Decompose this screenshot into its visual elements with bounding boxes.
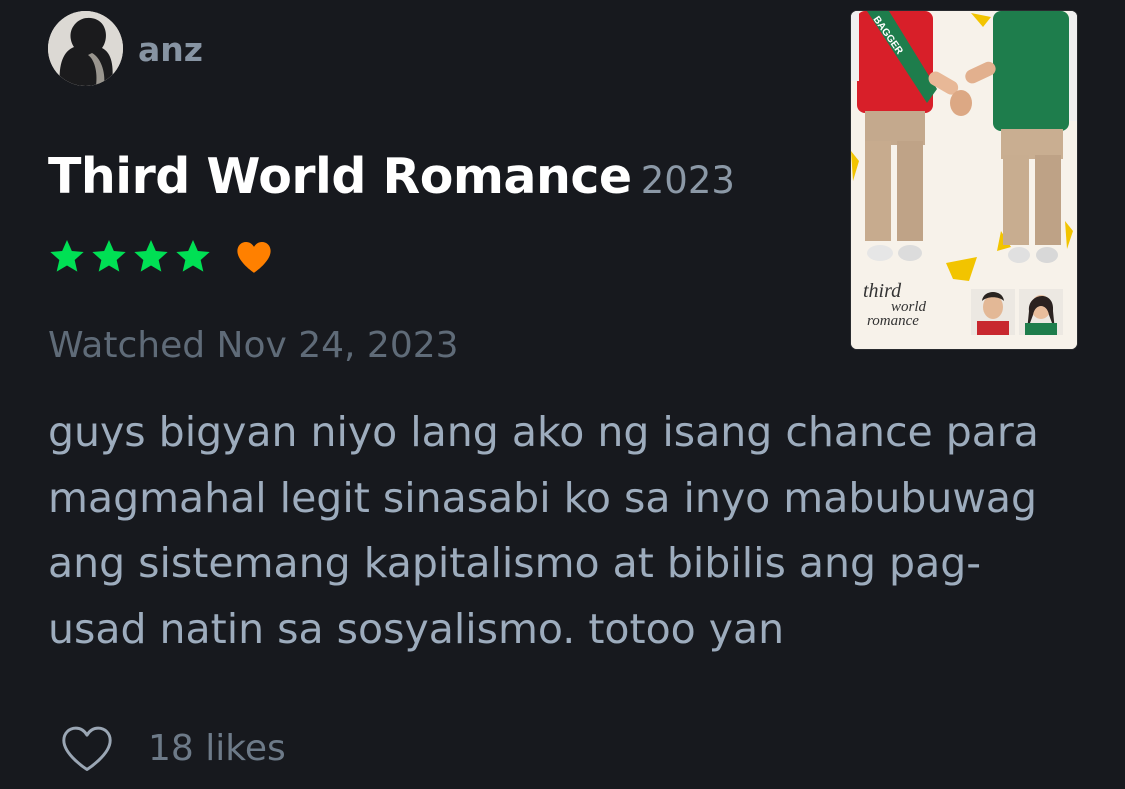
review-line: usad natin sa sosyalismo. totoo yan	[48, 604, 785, 653]
star-icon	[92, 240, 126, 272]
film-year[interactable]: 2023	[641, 159, 735, 202]
watched-date: Watched Nov 24, 2023	[48, 325, 459, 366]
poster-title-line: romance	[867, 313, 919, 329]
star-icon	[176, 240, 210, 272]
film-poster[interactable]: BAGGER third world romance	[851, 11, 1077, 349]
poster-artwork: BAGGER third world romance	[851, 11, 1077, 349]
avatar[interactable]	[48, 11, 123, 86]
review-line: magmahal legit sinasabi ko sa inyo mabub…	[48, 473, 1038, 522]
film-heading: Third World Romance 2023	[48, 148, 735, 205]
review-line: ang sistemang kapitalismo at bibilis ang…	[48, 539, 982, 587]
heart-filled-icon	[237, 241, 271, 273]
avatar-image	[48, 11, 123, 86]
star-icon	[50, 240, 84, 272]
rating-row	[47, 237, 273, 277]
review-line: guys bigyan niyo lang ako ng isang chanc…	[48, 408, 1039, 456]
like-row: 18 likes	[58, 724, 286, 774]
review-body: guys bigyan niyo lang ako ng isang chanc…	[48, 400, 1098, 662]
likes-count[interactable]: 18 likes	[148, 726, 286, 772]
film-title[interactable]: Third World Romance	[48, 148, 632, 205]
star-icon	[134, 240, 168, 272]
heart-outline-icon[interactable]	[58, 724, 116, 774]
username[interactable]: anz	[138, 28, 203, 72]
